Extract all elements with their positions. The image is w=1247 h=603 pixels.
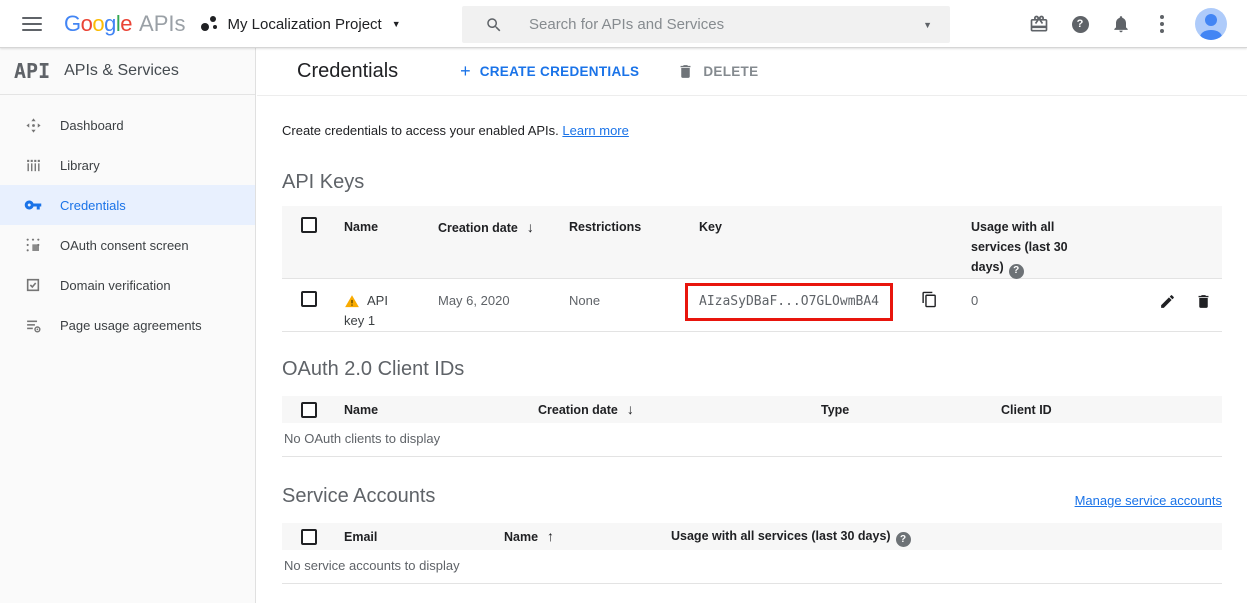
sidebar-item-label: Domain verification [60,278,171,293]
sidebar-header: API APIs & Services [0,48,255,95]
warning-icon [344,294,360,309]
api-keys-col-usage: Usage with all services (last 30 days)? [971,217,1087,279]
api-keys-col-key: Key [699,217,971,279]
api-keys-col-creation-date[interactable]: Creation date↓ [438,217,569,279]
search-icon [485,16,503,34]
sidebar-item-library[interactable]: Library [0,145,255,185]
help-icon[interactable]: ? [1009,264,1024,279]
delete-button[interactable]: DELETE [677,63,758,80]
sidebar-title: APIs & Services [64,62,179,80]
copy-icon[interactable] [921,291,938,308]
sidebar-item-page-usage-agreements[interactable]: Page usage agreements [0,305,255,345]
api-key-highlight-annotation: AIzaSyDBaF...O7GLOwmBA4 [685,283,893,321]
hamburger-menu-icon[interactable] [22,17,42,31]
create-credentials-button[interactable]: + CREATE CREDENTIALS [460,61,639,82]
account-avatar[interactable] [1195,8,1227,40]
help-icon[interactable]: ? [896,532,911,547]
search-input[interactable] [529,16,923,33]
logo-letter: o [81,11,93,37]
api-key-value: AIzaSyDBaF...O7GLOwmBA4 [699,294,879,309]
select-all-checkbox[interactable] [301,529,317,545]
sa-col-email: Email [344,527,504,547]
page-toolbar: Credentials + CREATE CREDENTIALS DELETE [257,48,1247,96]
api-key-usage: 0 [971,291,1153,331]
learn-more-link[interactable]: Learn more [562,123,628,138]
dashboard-icon [23,115,43,135]
topbar: Google APIs My Localization Project ▼ ▼ … [0,0,1247,48]
notifications-bell-icon[interactable] [1111,14,1131,34]
more-options-icon[interactable] [1152,14,1172,34]
search-bar[interactable]: ▼ [462,6,950,43]
sa-col-name[interactable]: Name↑ [504,526,671,547]
api-key-table-row: API key 1 May 6, 2020 None AIzaSyDBaF...… [282,278,1222,332]
sidebar-item-credentials[interactable]: Credentials [0,185,255,225]
logo-letter: g [104,11,116,37]
delete-trash-icon[interactable] [1195,293,1212,331]
consent-screen-icon [23,235,43,255]
sidebar-item-label: Credentials [60,198,126,213]
oauth-col-name: Name [344,400,538,420]
oauth-table-header: Name Creation date↓ Type Client ID [282,396,1222,423]
page-title: Credentials [297,60,398,83]
oauth-section-title: OAuth 2.0 Client IDs [282,358,1222,381]
sidebar-item-label: Page usage agreements [60,318,202,333]
domain-verification-icon [23,275,43,295]
sidebar-item-label: Dashboard [60,118,124,133]
oauth-empty-message: No OAuth clients to display [282,423,1222,457]
sort-ascending-icon: ↑ [547,528,554,544]
api-key-creation-date: May 6, 2020 [438,291,569,331]
sidebar-item-oauth-consent-screen[interactable]: OAuth consent screen [0,225,255,265]
sidebar-item-domain-verification[interactable]: Domain verification [0,265,255,305]
sort-descending-icon: ↓ [527,219,534,235]
sidebar: API APIs & Services Dashboard Library [0,48,256,603]
sa-col-usage: Usage with all services (last 30 days)? [671,526,1222,548]
logo-letter: G [64,11,81,37]
service-accounts-table-header: Email Name↑ Usage with all services (las… [282,523,1222,550]
manage-service-accounts-link[interactable]: Manage service accounts [1075,493,1222,508]
edit-pencil-icon[interactable] [1159,293,1176,331]
sidebar-item-dashboard[interactable]: Dashboard [0,105,255,145]
project-selector[interactable]: My Localization Project ▼ [201,16,400,33]
page-usage-agreements-icon [23,315,43,335]
plus-icon: + [460,61,471,82]
logo-letter: o [92,11,104,37]
google-apis-logo[interactable]: Google APIs [64,11,185,37]
api-keys-col-name: Name [344,217,438,279]
select-all-checkbox[interactable] [301,217,317,233]
oauth-col-type: Type [821,400,1001,420]
intro-text: Create credentials to access your enable… [282,123,1222,138]
row-checkbox[interactable] [301,291,317,307]
trash-icon [677,63,694,80]
service-accounts-empty-message: No service accounts to display [282,550,1222,584]
api-keys-col-restrictions: Restrictions [569,217,699,279]
select-all-checkbox[interactable] [301,402,317,418]
library-icon [23,155,43,175]
sort-descending-icon: ↓ [627,401,634,417]
key-icon [23,195,43,215]
service-accounts-section-title: Service Accounts [282,485,435,508]
search-dropdown-caret-icon[interactable]: ▼ [923,20,932,30]
sidebar-item-label: OAuth consent screen [60,238,189,253]
project-icon [201,16,217,32]
oauth-col-creation-date[interactable]: Creation date↓ [538,399,821,420]
gift-icon[interactable] [1029,14,1049,34]
main-panel: Credentials + CREATE CREDENTIALS DELETE … [257,48,1247,603]
api-key-restrictions: None [569,291,699,331]
logo-suffix: APIs [139,11,185,37]
api-logo: API [14,59,50,83]
api-keys-section-title: API Keys [282,171,1222,194]
logo-letter: e [120,11,132,37]
project-name: My Localization Project [227,16,381,33]
chevron-down-icon: ▼ [392,19,401,29]
help-icon[interactable]: ? [1070,14,1090,34]
api-keys-table-header: Name Creation date↓ Restrictions Key Usa… [282,206,1222,278]
oauth-col-client-id: Client ID [1001,400,1222,420]
api-key-name: API key 1 [344,291,438,331]
google-cloud-console: Google APIs My Localization Project ▼ ▼ … [0,0,1247,603]
sidebar-item-label: Library [60,158,100,173]
